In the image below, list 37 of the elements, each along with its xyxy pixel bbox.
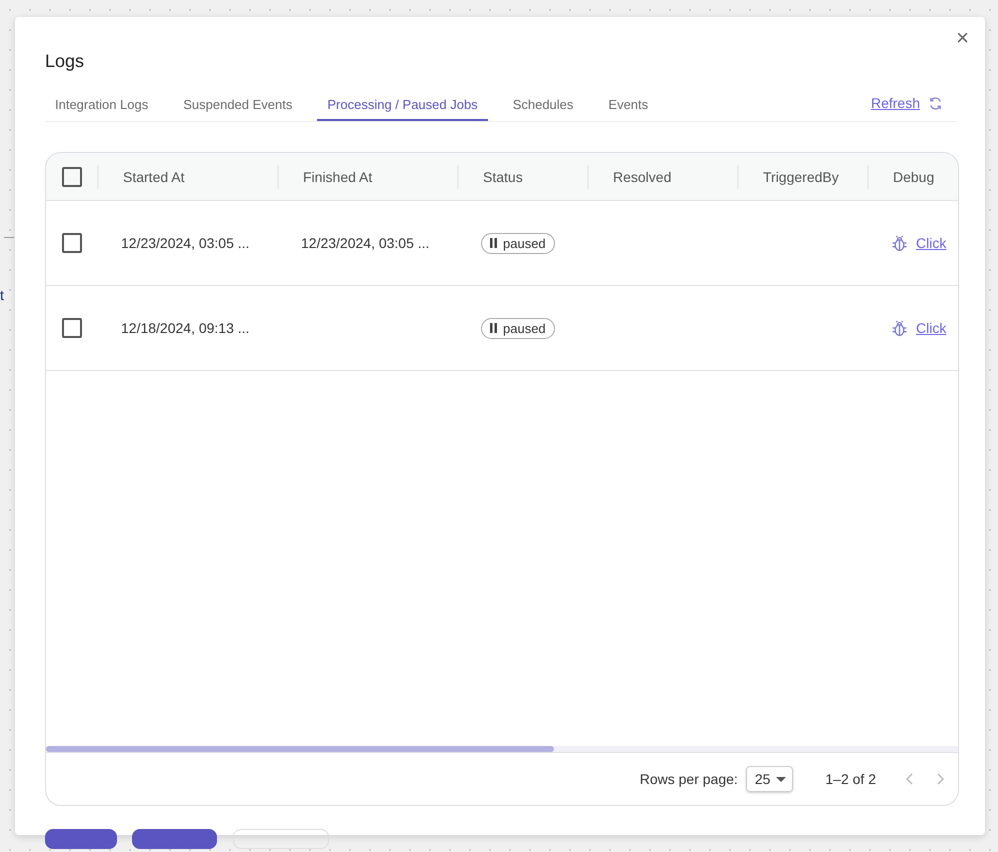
checkbox[interactable] [62, 233, 82, 253]
caret-icon [776, 776, 786, 782]
background-text: t [0, 287, 4, 303]
action-button[interactable] [45, 829, 117, 849]
table-cell: 12/23/2024, 03:05 ... [121, 235, 250, 251]
tab[interactable]: Processing / Paused Jobs [317, 89, 488, 121]
tab[interactable]: Schedules [502, 89, 584, 121]
table-cell: 12/23/2024, 03:05 ... [301, 235, 430, 251]
status-chip: paused [481, 232, 555, 254]
close-button[interactable]: × [952, 27, 973, 49]
horizontal-scrollbar[interactable] [46, 746, 554, 752]
tab[interactable]: Events [598, 89, 658, 121]
debug-link[interactable]: Click [916, 320, 946, 336]
bug-icon [891, 234, 908, 252]
pause-icon [489, 323, 498, 333]
refresh-link[interactable]: Refresh [870, 95, 920, 111]
table-cell: 12/18/2024, 09:13 ... [121, 320, 250, 336]
rows-per-page-label: Rows per page: [640, 771, 738, 787]
rows-per-page-select[interactable]: 25 [746, 766, 794, 792]
column-header: Finished At [303, 168, 372, 184]
column-header: TriggeredBy [763, 168, 839, 184]
tab[interactable]: Integration Logs [45, 89, 158, 121]
pause-icon [489, 238, 498, 248]
dialog-title: Logs [45, 51, 86, 72]
checkbox[interactable] [62, 318, 82, 338]
tab[interactable]: Suspended Events [173, 89, 302, 121]
column-header: Resolved [613, 168, 672, 184]
page-range: 1–2 of 2 [825, 771, 876, 787]
bug-icon [891, 320, 908, 336]
column-header: Status [483, 168, 523, 184]
refresh-icon[interactable] [928, 96, 943, 110]
checkbox[interactable] [62, 166, 82, 186]
column-header: Debug [893, 168, 934, 184]
status-chip: paused [481, 318, 555, 338]
debug-link[interactable]: Click [916, 235, 946, 251]
column-header: Started At [123, 168, 184, 184]
action-button[interactable] [132, 829, 217, 849]
